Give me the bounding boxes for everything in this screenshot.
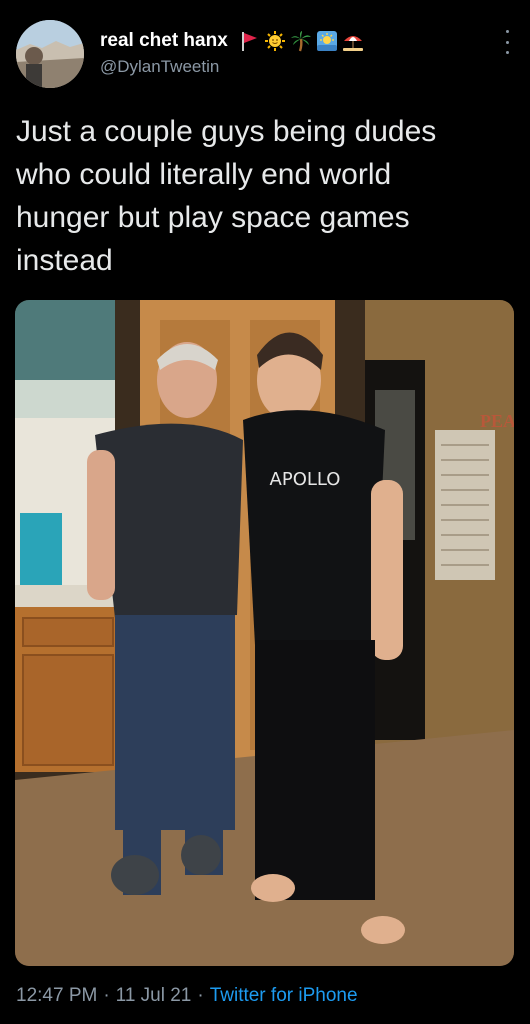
author-names: real chet hanx @DylanTweetin xyxy=(100,27,364,77)
beach-umbrella-icon xyxy=(342,36,363,51)
tweet-time[interactable]: 12:47 PM xyxy=(16,985,97,1006)
display-name-row: real chet hanx xyxy=(100,27,364,55)
tweet-header: real chet hanx @DylanTweetin xyxy=(16,18,514,90)
meta-separator: · xyxy=(103,985,110,1006)
tweet-source-link[interactable]: Twitter for iPhone xyxy=(210,985,358,1006)
shirt-print-text: APOLLO xyxy=(270,469,341,490)
display-name[interactable]: real chet hanx xyxy=(100,30,228,52)
meta-separator-2: · xyxy=(197,985,204,1006)
sun-icon xyxy=(264,31,285,51)
palm-tree-icon xyxy=(290,31,311,52)
tweet-text: Just a couple guys being dudes who could… xyxy=(16,115,437,277)
tweet[interactable]: real chet hanx @DylanTweetin Just a coup… xyxy=(0,0,530,1024)
sunrise-icon xyxy=(316,31,337,51)
author-handle[interactable]: @DylanTweetin xyxy=(100,57,364,77)
tweet-meta: 12:47 PM · 11 Jul 21 · Twitter for iPhone xyxy=(16,985,358,1007)
name-emojis xyxy=(238,30,364,52)
wall-sign-text: PEA xyxy=(480,411,514,431)
more-options-icon[interactable] xyxy=(502,30,512,54)
tweet-photo[interactable]: PEA APOLLO xyxy=(15,300,514,966)
red-flag-icon xyxy=(241,32,257,51)
avatar[interactable] xyxy=(16,20,84,88)
tweet-date[interactable]: 11 Jul 21 xyxy=(116,985,192,1006)
